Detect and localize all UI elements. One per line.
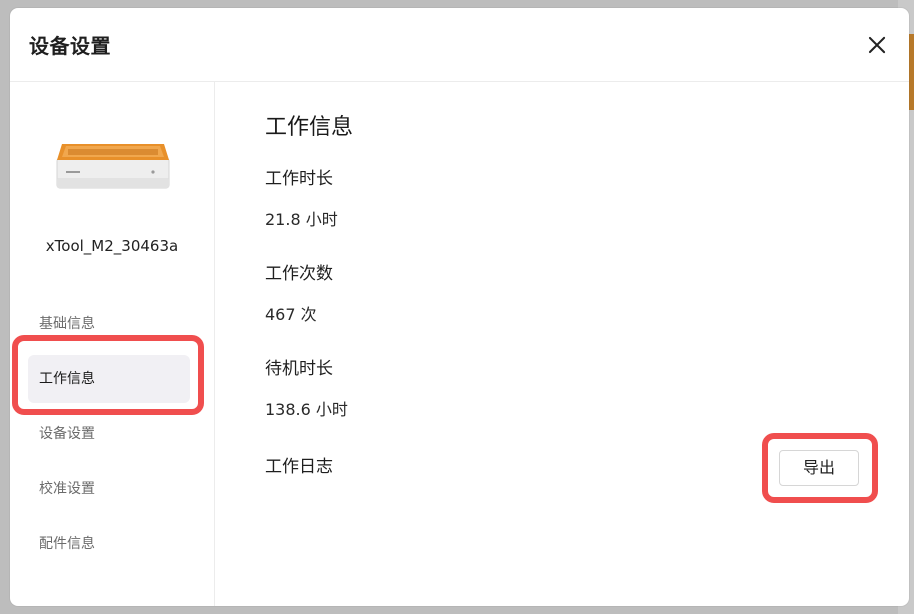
work-duration-label: 工作时长 — [265, 169, 333, 189]
work-info-panel: 工作信息 工作时长 21.8 小时 工作次数 467 次 待机时长 138.6 … — [215, 82, 909, 606]
dialog-title: 设备设置 — [29, 34, 111, 58]
device-settings-dialog: 设备设置 xTool_M2_30463a 基础信息 工作信息 设备设置 校准设置… — [10, 8, 909, 606]
work-count-value: 467 次 — [265, 305, 317, 324]
device-name: xTool_M2_30463a — [45, 237, 179, 255]
work-duration-value: 21.8 小时 — [265, 210, 338, 229]
sidebar-item-basic-info[interactable]: 基础信息 — [28, 300, 190, 348]
standby-duration-label: 待机时长 — [265, 359, 333, 379]
section-title: 工作信息 — [265, 115, 354, 140]
sidebar-item-device-settings[interactable]: 设备设置 — [28, 410, 190, 458]
standby-duration-value: 138.6 小时 — [265, 400, 348, 419]
close-icon[interactable] — [862, 30, 892, 60]
work-log-label: 工作日志 — [265, 457, 333, 477]
work-count-label: 工作次数 — [265, 264, 333, 284]
settings-sidebar: xTool_M2_30463a 基础信息 工作信息 设备设置 校准设置 配件信息 — [10, 82, 215, 606]
sidebar-item-calibration[interactable]: 校准设置 — [28, 465, 190, 513]
export-button[interactable]: 导出 — [779, 450, 859, 486]
dialog-header: 设备设置 — [10, 8, 909, 82]
sidebar-item-work-info[interactable]: 工作信息 — [28, 355, 190, 403]
sidebar-item-accessories[interactable]: 配件信息 — [28, 520, 190, 568]
laser-engraver-device-image — [56, 144, 170, 189]
